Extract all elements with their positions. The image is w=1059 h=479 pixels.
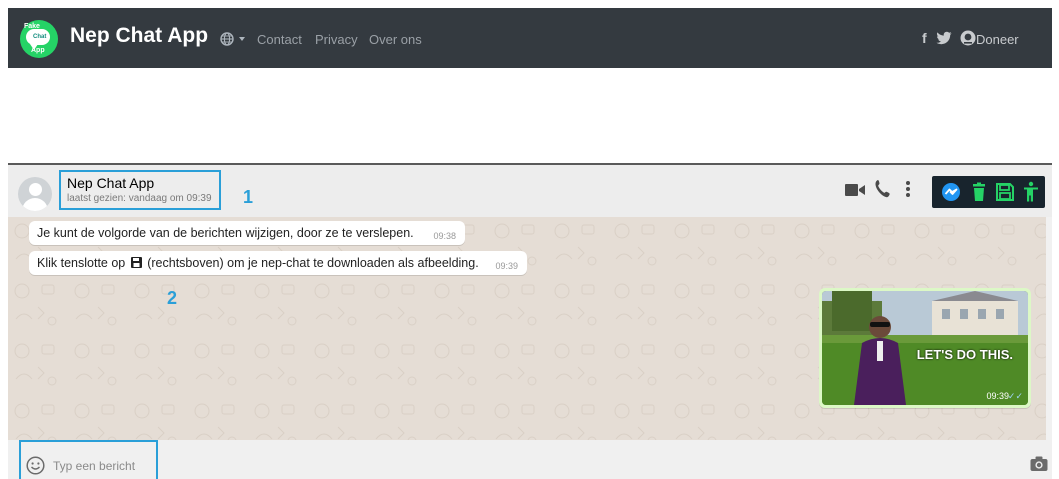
callout-label-2: 2 <box>167 288 178 308</box>
message-text: Je kunt de volgorde van de berichten wij… <box>37 226 414 240</box>
message-bubble[interactable]: Klik tenslotte op (rechtsboven) om je ne… <box>29 251 527 275</box>
callout-label-1: 1 <box>243 187 254 207</box>
message-area: Je kunt de volgorde van de berichten wij… <box>8 217 1052 440</box>
scrollbar[interactable] <box>1046 217 1052 440</box>
accessibility-icon[interactable] <box>1020 181 1042 203</box>
logo-text-app: App <box>31 47 45 54</box>
message-text: Klik tenslotte op (rechtsboven) om je ne… <box>37 256 479 270</box>
emoji-icon[interactable] <box>26 456 45 475</box>
message-bubble[interactable]: Je kunt de volgorde van de berichten wij… <box>29 221 465 245</box>
chevron-down-icon[interactable] <box>239 37 245 41</box>
message-time: 09:38 <box>433 231 456 241</box>
read-receipt-icon: ✓✓ <box>1007 391 1023 401</box>
avatar-head <box>29 183 42 196</box>
app-logo[interactable]: Fake Chat App <box>20 20 58 58</box>
avatar-body <box>22 198 48 211</box>
avatar[interactable] <box>18 177 52 211</box>
message-input-highlight[interactable]: Typ een bericht <box>19 440 158 479</box>
nav-link-over-ons[interactable]: Over ons <box>369 32 422 47</box>
save-icon[interactable] <box>994 181 1016 203</box>
chat-window: Nep Chat App laatst gezien: vandaag om 0… <box>8 163 1052 479</box>
message-input[interactable]: Typ een bericht <box>53 459 135 473</box>
message-text-part: Klik tenslotte op <box>37 256 126 270</box>
camera-icon[interactable] <box>1030 456 1048 472</box>
brand-title[interactable]: Nep Chat App <box>70 24 208 48</box>
donate-link[interactable]: Doneer <box>976 32 1019 47</box>
video-icon[interactable] <box>845 183 865 197</box>
nav-link-contact[interactable]: Contact <box>257 32 302 47</box>
gif-caption: LET'S DO THIS. <box>916 347 1013 362</box>
contact-info-highlight[interactable]: Nep Chat App laatst gezien: vandaag om 0… <box>59 170 221 210</box>
contact-name[interactable]: Nep Chat App <box>67 175 154 191</box>
phone-icon[interactable] <box>874 179 892 199</box>
nav-link-privacy[interactable]: Privacy <box>315 32 358 47</box>
twitter-icon[interactable] <box>936 31 952 45</box>
last-seen[interactable]: laatst gezien: vandaag om 09:39 <box>67 193 212 204</box>
image-message[interactable]: LET'S DO THIS. 09:39 ✓✓ <box>819 288 1031 408</box>
logo-text-chat: Chat <box>33 34 47 40</box>
message-composer: Typ een bericht <box>8 440 1052 479</box>
globe-icon[interactable] <box>220 32 234 46</box>
message-time: 09:39 <box>495 261 518 271</box>
message-time: 09:39 <box>986 391 1009 401</box>
trash-icon[interactable] <box>968 181 990 203</box>
messenger-icon[interactable] <box>940 181 962 203</box>
menu-icon[interactable] <box>905 179 911 199</box>
donate-icon[interactable] <box>960 30 976 46</box>
save-icon <box>130 257 142 268</box>
facebook-icon[interactable]: f <box>922 30 927 46</box>
action-toolbar <box>932 176 1045 208</box>
message-text-part: (rechtsboven) om je nep-chat te download… <box>147 256 479 270</box>
chat-header: Nep Chat App laatst gezien: vandaag om 0… <box>8 163 1052 217</box>
navbar: Fake Chat App Nep Chat App Contact Priva… <box>8 8 1052 68</box>
